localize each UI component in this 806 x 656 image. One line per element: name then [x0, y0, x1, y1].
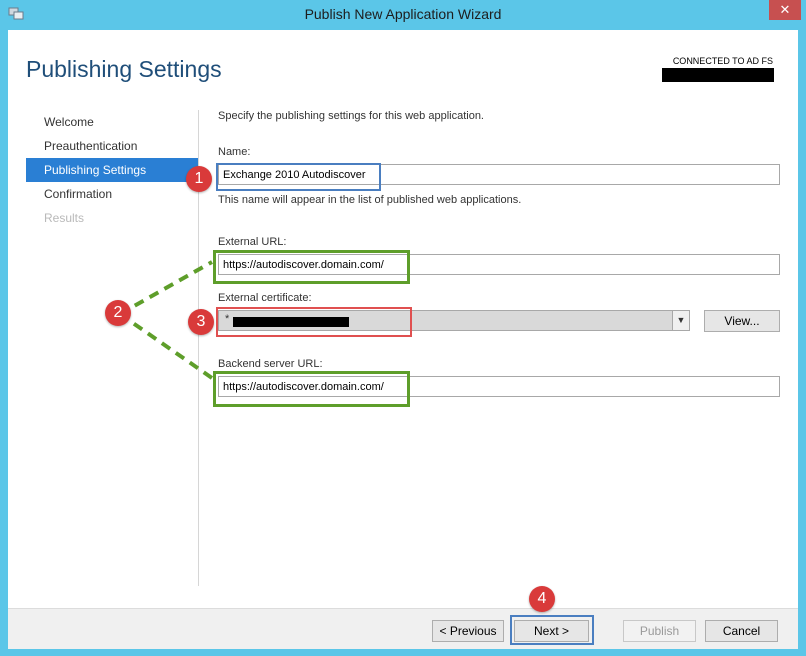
step-badge-2: 2 [105, 300, 131, 326]
intro-text: Specify the publishing settings for this… [218, 110, 484, 122]
name-input[interactable] [218, 164, 780, 185]
next-button[interactable]: Next > [514, 620, 589, 642]
nav-item-welcome[interactable]: Welcome [26, 110, 198, 134]
close-button[interactable]: ✕ [769, 0, 801, 20]
wizard-steps-nav: Welcome Preauthentication Publishing Set… [26, 110, 198, 230]
title-bar: Publish New Application Wizard ✕ [0, 0, 806, 30]
publish-button: Publish [623, 620, 696, 642]
step-badge-4: 4 [529, 586, 555, 612]
wizard-window: Publish New Application Wizard ✕ Publish… [0, 0, 806, 656]
wizard-body: Publishing Settings CONNECTED TO AD FS W… [8, 30, 798, 649]
nav-item-confirmation[interactable]: Confirmation [26, 182, 198, 206]
redacted-certificate [233, 317, 349, 327]
name-hint: This name will appear in the list of pub… [218, 194, 522, 206]
external-url-input[interactable] [218, 254, 780, 275]
step-badge-3: 3 [188, 309, 214, 335]
backend-url-input[interactable] [218, 376, 780, 397]
page-title: Publishing Settings [26, 56, 222, 82]
window-title: Publish New Application Wizard [304, 6, 502, 22]
backend-url-label: Backend server URL: [218, 358, 323, 370]
previous-button[interactable]: < Previous [432, 620, 504, 642]
external-certificate-label: External certificate: [218, 292, 312, 304]
external-url-label: External URL: [218, 236, 287, 248]
nav-item-results: Results [44, 211, 85, 225]
external-certificate-select[interactable]: * ▼ [218, 310, 690, 331]
nav-item-publishing-settings[interactable]: Publishing Settings [26, 158, 198, 182]
view-certificate-button[interactable]: View... [704, 310, 780, 332]
step-badge-1: 1 [186, 166, 212, 192]
external-certificate-value: * [225, 313, 230, 325]
name-label: Name: [218, 146, 251, 158]
settings-form: Specify the publishing settings for this… [218, 30, 798, 600]
nav-item-preauthentication[interactable]: Preauthentication [26, 134, 198, 158]
cancel-button[interactable]: Cancel [705, 620, 778, 642]
wizard-footer: < Previous Next > Publish Cancel [8, 608, 798, 649]
dropdown-arrow-icon[interactable]: ▼ [672, 311, 689, 330]
